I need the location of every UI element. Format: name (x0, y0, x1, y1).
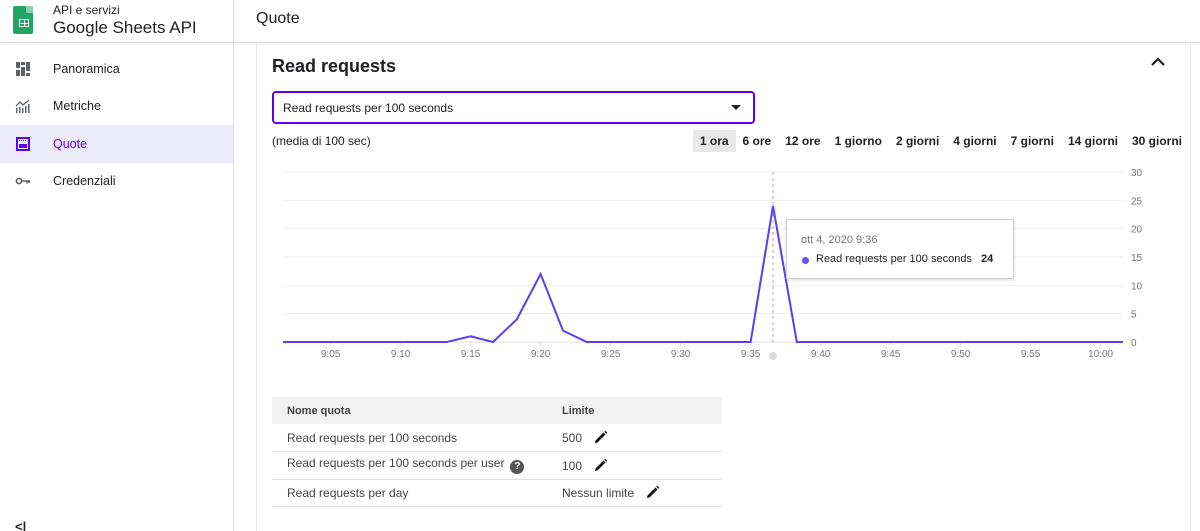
sidebar-item-quote[interactable]: Quote (0, 125, 233, 163)
metrics-chart-icon (15, 98, 31, 114)
average-label: (media di 100 sec) (272, 134, 371, 148)
app: API e servizi Google Sheets API Panorami… (0, 0, 1200, 531)
x-tick-label: 9:45 (881, 349, 901, 360)
x-tick-label: 9:30 (671, 349, 691, 360)
hover-handle (769, 352, 777, 360)
dropdown-arrow-icon (731, 105, 741, 110)
sidebar-nav: Panoramica Metriche Quote Credenziali (0, 50, 233, 200)
x-tick-label: 9:50 (951, 349, 971, 360)
page-title: Quote (256, 10, 300, 27)
y-tick-label: 15 (1131, 253, 1143, 264)
sidebar: API e servizi Google Sheets API Panorami… (0, 0, 234, 531)
quota-limit: 100 (562, 458, 583, 473)
card-title: Read requests (272, 56, 397, 76)
quota-table: Nome quota Limite Read requests per 100 … (272, 397, 722, 507)
sidebar-item-label: Panoramica (53, 61, 120, 76)
column-header-nome-quota: Nome quota (272, 397, 547, 424)
tooltip-date: ott 4, 2020 9:36 (801, 234, 878, 246)
sidebar-item-label: Metriche (53, 99, 101, 114)
collapse-card-button[interactable] (1148, 52, 1168, 72)
quota-limit-cell: Nessun limite (547, 479, 722, 507)
quota-limit-cell: 100 (547, 451, 722, 480)
help-icon[interactable]: ? (510, 460, 525, 475)
sidebar-item-credenziali[interactable]: Credenziali (0, 163, 233, 201)
x-tick-label: 9:25 (601, 349, 621, 360)
x-tick-label: 9:40 (811, 349, 831, 360)
x-tick-label: 9:20 (531, 349, 551, 360)
range-1-ora[interactable]: 1 ora (692, 130, 736, 152)
range-14-giorni[interactable]: 14 giorni (1061, 130, 1125, 152)
y-tick-label: 20 (1131, 225, 1143, 236)
sidebar-item-label: Quote (53, 136, 88, 151)
column-header-limite: Limite (547, 397, 722, 424)
google-sheets-logo-icon (13, 6, 33, 34)
table-row: Read requests per 100 seconds 500 (272, 424, 722, 452)
dashboard-icon (15, 61, 31, 77)
quota-name-cell: Read requests per 100 seconds per user? (272, 451, 547, 480)
range-6-ore[interactable]: 6 ore (736, 130, 779, 152)
y-tick-label: 0 (1131, 338, 1137, 349)
y-tick-label: 25 (1131, 196, 1143, 207)
x-tick-label: 9:15 (461, 349, 481, 360)
range-30-giorni[interactable]: 30 giorni (1125, 130, 1189, 152)
quota-name: Read requests per 100 seconds per user (287, 456, 505, 471)
range-2-giorni[interactable]: 2 giorni (889, 130, 946, 152)
range-4-giorni[interactable]: 4 giorni (946, 130, 1003, 152)
chevron-up-icon (1151, 57, 1165, 66)
range-7-giorni[interactable]: 7 giorni (1004, 130, 1061, 152)
edit-pencil-icon[interactable] (594, 430, 608, 444)
y-tick-label: 5 (1131, 310, 1137, 321)
topbar: Quote (235, 0, 1200, 43)
edit-pencil-icon[interactable] (594, 458, 608, 472)
series-color-dot-icon (802, 257, 809, 264)
y-tick-label: 30 (1131, 168, 1143, 179)
quota-limit-cell: 500 (547, 424, 722, 452)
time-range-selector: 1 ora 6 ore 12 ore 1 giorno 2 giorni 4 g… (692, 130, 1189, 152)
edit-pencil-icon[interactable] (646, 485, 660, 499)
metric-select-value: Read requests per 100 seconds (283, 101, 454, 115)
table-header-row: Nome quota Limite (272, 397, 722, 424)
y-tick-label: 10 (1131, 281, 1143, 292)
sidebar-item-panoramica[interactable]: Panoramica (0, 50, 233, 88)
key-icon (15, 173, 31, 189)
collapse-sidebar-button[interactable]: <| (15, 519, 26, 531)
metric-select[interactable]: Read requests per 100 seconds (272, 91, 755, 124)
range-12-ore[interactable]: 12 ore (778, 130, 827, 152)
x-tick-label: 9:10 (391, 349, 411, 360)
table-row: Read requests per day Nessun limite (272, 479, 722, 507)
x-tick-label: 9:55 (1021, 349, 1041, 360)
x-tick-label: 9:35 (741, 349, 761, 360)
sidebar-item-label: Credenziali (53, 174, 116, 189)
x-tick-label: 9:05 (321, 349, 341, 360)
chart-tooltip: ott 4, 2020 9:36 Read requests per 100 s… (786, 219, 1014, 279)
quota-name-cell: Read requests per day (272, 479, 547, 507)
sidebar-supertitle: API e servizi (53, 3, 120, 17)
sidebar-header: API e servizi Google Sheets API (0, 0, 233, 43)
x-tick-label: 10:00 (1088, 349, 1113, 360)
quota-limit: 500 (562, 431, 583, 445)
quota-name: Read requests per 100 seconds (287, 430, 458, 445)
tooltip-series-name: Read requests per 100 seconds (816, 253, 972, 265)
quota-name-cell: Read requests per 100 seconds (272, 424, 547, 452)
quota-limit: Nessun limite (562, 486, 635, 501)
sidebar-item-metriche[interactable]: Metriche (0, 88, 233, 126)
table-row: Read requests per 100 seconds per user? … (272, 451, 722, 480)
sidebar-title: Google Sheets API (53, 18, 197, 37)
tooltip-value: 24 (981, 253, 994, 265)
quota-icon (15, 136, 31, 152)
range-1-giorno[interactable]: 1 giorno (828, 130, 889, 152)
quota-name: Read requests per day (287, 485, 409, 500)
